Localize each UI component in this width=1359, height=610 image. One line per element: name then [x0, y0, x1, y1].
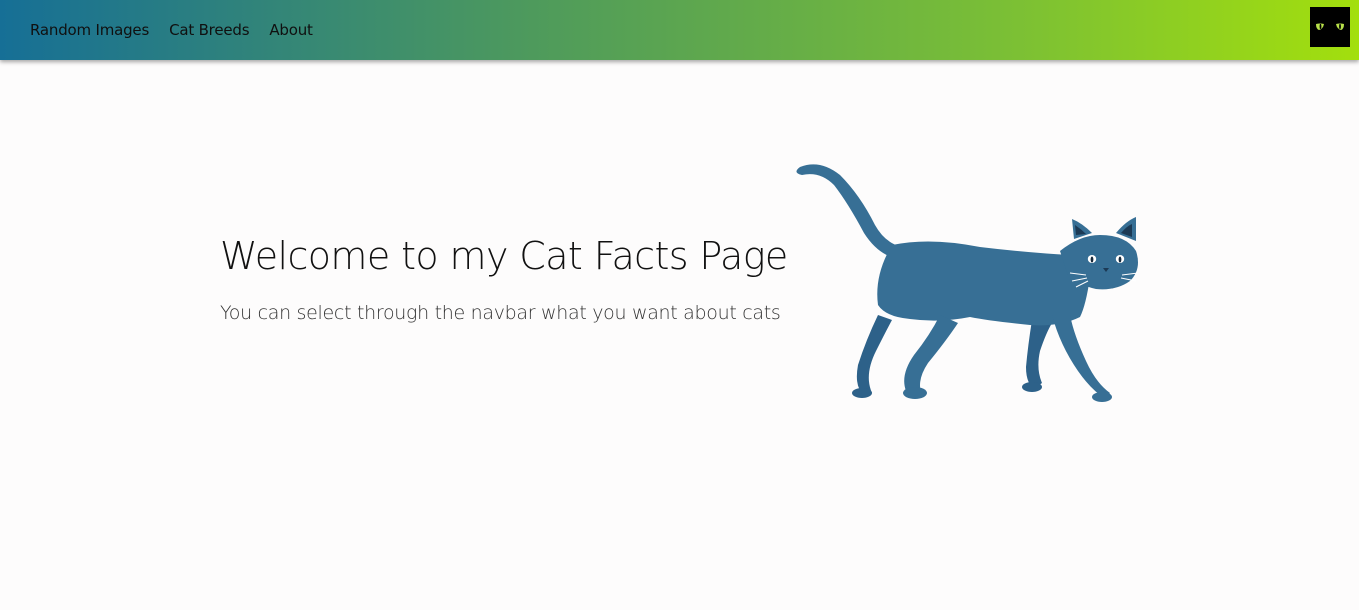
- hero-title: Welcome to my Cat Facts Page: [220, 234, 788, 278]
- hero-subtitle: You can select through the navbar what y…: [220, 302, 781, 324]
- nav-links: Random Images Cat Breeds About: [30, 0, 313, 60]
- nav-link-about[interactable]: About: [269, 21, 313, 39]
- walking-cat-illustration: [790, 155, 1150, 405]
- nav-link-random-images[interactable]: Random Images: [30, 21, 149, 39]
- navbar: Random Images Cat Breeds About: [0, 0, 1359, 60]
- nav-link-cat-breeds[interactable]: Cat Breeds: [169, 21, 249, 39]
- cat-eyes-logo-icon[interactable]: [1310, 7, 1350, 47]
